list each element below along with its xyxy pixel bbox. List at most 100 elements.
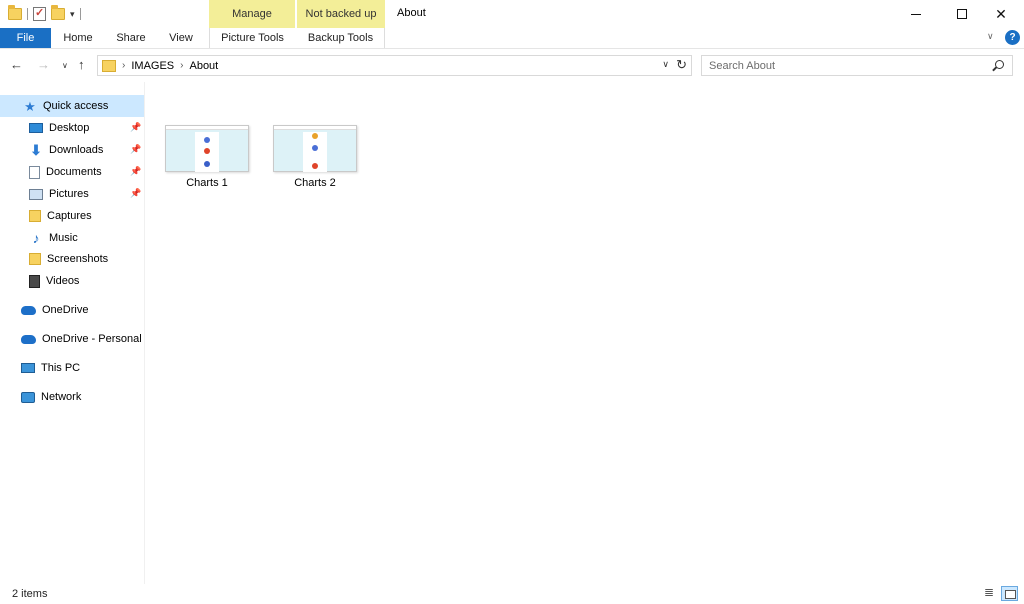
pictures-icon [29, 188, 43, 200]
file-name: Charts 2 [294, 177, 336, 189]
forward-arrow-icon[interactable]: → [37, 57, 50, 72]
manage-context-label: Manage [209, 0, 295, 28]
large-icons-view-icon[interactable] [1001, 586, 1018, 601]
nav-label: Downloads [49, 144, 104, 156]
nav-item-pictures[interactable]: Pictures 📌 [0, 183, 144, 205]
recent-locations-chevron-icon[interactable]: ∨ [62, 61, 68, 70]
file-item[interactable]: Charts 2 [267, 125, 363, 197]
file-list: Charts 1 Charts 2 [146, 82, 1024, 584]
thumb-dot [312, 163, 318, 169]
folder-icon [102, 59, 116, 72]
pin-icon[interactable]: 📌 [130, 144, 141, 155]
nav-this-pc[interactable]: This PC [0, 357, 144, 379]
minimize-button[interactable] [893, 0, 939, 28]
item-count: 2 items [12, 588, 48, 600]
window-title: About [397, 7, 426, 19]
file-item[interactable]: Charts 1 [159, 125, 255, 197]
pin-icon[interactable]: 📌 [130, 188, 141, 199]
nav-label: Music [49, 232, 78, 244]
image-thumbnail [273, 125, 357, 172]
folder-icon [29, 253, 41, 265]
properties-icon[interactable] [33, 6, 46, 21]
nav-label: OneDrive [42, 304, 89, 316]
thumb-dot [204, 161, 210, 167]
details-view-icon[interactable] [981, 585, 997, 601]
file-name: Charts 1 [186, 177, 228, 189]
nav-item-screenshots[interactable]: Screenshots [0, 248, 144, 270]
cloud-icon [21, 305, 36, 315]
videos-icon [29, 274, 40, 288]
nav-quick-access[interactable]: ★ Quick access [0, 95, 144, 117]
address-bar[interactable]: › IMAGES › About ∨ ↻ [97, 55, 692, 76]
nav-label: Quick access [43, 100, 109, 112]
back-arrow-icon[interactable]: ← [10, 57, 23, 72]
address-dropdown-chevron-icon[interactable]: ∨ [662, 59, 669, 70]
breadcrumb-about[interactable]: About [189, 60, 218, 72]
folder-icon [29, 210, 41, 222]
navigation-pane: ★ Quick access Desktop 📌 ⬇ Downloads 📌 D… [0, 82, 145, 584]
nav-label: Network [41, 391, 82, 403]
nav-label: Videos [46, 275, 80, 287]
tab-picture-tools[interactable]: Picture Tools [209, 28, 295, 48]
star-icon: ★ [24, 98, 36, 114]
maximize-icon [957, 9, 967, 19]
nav-item-videos[interactable]: Videos [0, 270, 144, 292]
network-icon [21, 391, 35, 403]
tab-file[interactable]: File [0, 28, 51, 48]
music-icon: ♪ [32, 229, 40, 246]
ribbon-tabs: File Home Share View Picture Tools Backu… [0, 28, 1024, 48]
pin-icon[interactable]: 📌 [130, 122, 141, 133]
quick-access-toolbar: ▾ [8, 5, 81, 23]
thumb-dot [312, 145, 318, 151]
close-button[interactable]: ✕ [978, 0, 1024, 28]
tab-home[interactable]: Home [56, 28, 100, 48]
computer-icon [21, 363, 35, 373]
address-row: ← → ∨ ↑ › IMAGES › About ∨ ↻ [0, 48, 1024, 82]
tab-backup-tools[interactable]: Backup Tools [297, 28, 385, 48]
search-icon[interactable] [995, 60, 1004, 69]
nav-label: Documents [46, 166, 102, 178]
desktop-icon [29, 123, 43, 133]
breadcrumb-chevron-icon[interactable]: › [122, 60, 125, 71]
toolbar-separator [79, 8, 81, 20]
status-bar: 2 items [0, 584, 1024, 604]
refresh-icon[interactable]: ↻ [676, 57, 687, 73]
nav-label: Screenshots [47, 253, 109, 265]
close-icon: ✕ [995, 5, 1007, 22]
breadcrumb-images[interactable]: IMAGES [131, 60, 174, 72]
downloads-icon: ⬇ [30, 141, 42, 158]
pin-icon[interactable]: 📌 [130, 166, 141, 177]
nav-item-captures[interactable]: Captures [0, 205, 144, 227]
tab-share[interactable]: Share [110, 28, 152, 48]
search-input[interactable] [709, 59, 979, 72]
minimize-icon [911, 13, 921, 15]
folder-icon [8, 5, 22, 20]
nav-item-documents[interactable]: Documents 📌 [0, 161, 144, 183]
documents-icon [29, 165, 40, 179]
title-bar: ▾ Manage Not backed up About ✕ [0, 0, 1024, 28]
nav-item-downloads[interactable]: ⬇ Downloads 📌 [0, 139, 144, 161]
search-box[interactable] [701, 55, 1013, 76]
customize-toolbar-chevron-icon[interactable]: ▾ [70, 9, 75, 20]
nav-label: Desktop [49, 122, 90, 134]
up-arrow-icon[interactable]: ↑ [78, 57, 85, 72]
expand-ribbon-chevron-icon[interactable]: ∨ [987, 31, 994, 42]
nav-onedrive[interactable]: OneDrive [0, 299, 144, 321]
help-icon[interactable]: ? [1005, 30, 1020, 45]
thumb-dot [204, 148, 210, 154]
not-backed-up-context-label: Not backed up [297, 0, 385, 28]
image-thumbnail [165, 125, 249, 172]
nav-label: This PC [41, 362, 81, 374]
nav-network[interactable]: Network [0, 386, 144, 408]
new-folder-icon[interactable] [51, 5, 65, 20]
nav-label: OneDrive - Personal [42, 333, 142, 345]
breadcrumb-chevron-icon[interactable]: › [180, 60, 183, 71]
nav-onedrive-personal[interactable]: OneDrive - Personal [0, 328, 144, 350]
tab-view[interactable]: View [162, 28, 200, 48]
nav-item-music[interactable]: ♪ Music [0, 227, 144, 249]
thumb-dot [204, 137, 210, 143]
nav-item-desktop[interactable]: Desktop 📌 [0, 117, 144, 139]
nav-label: Pictures [49, 188, 89, 200]
nav-label: Captures [47, 210, 92, 222]
cloud-icon [21, 334, 36, 344]
